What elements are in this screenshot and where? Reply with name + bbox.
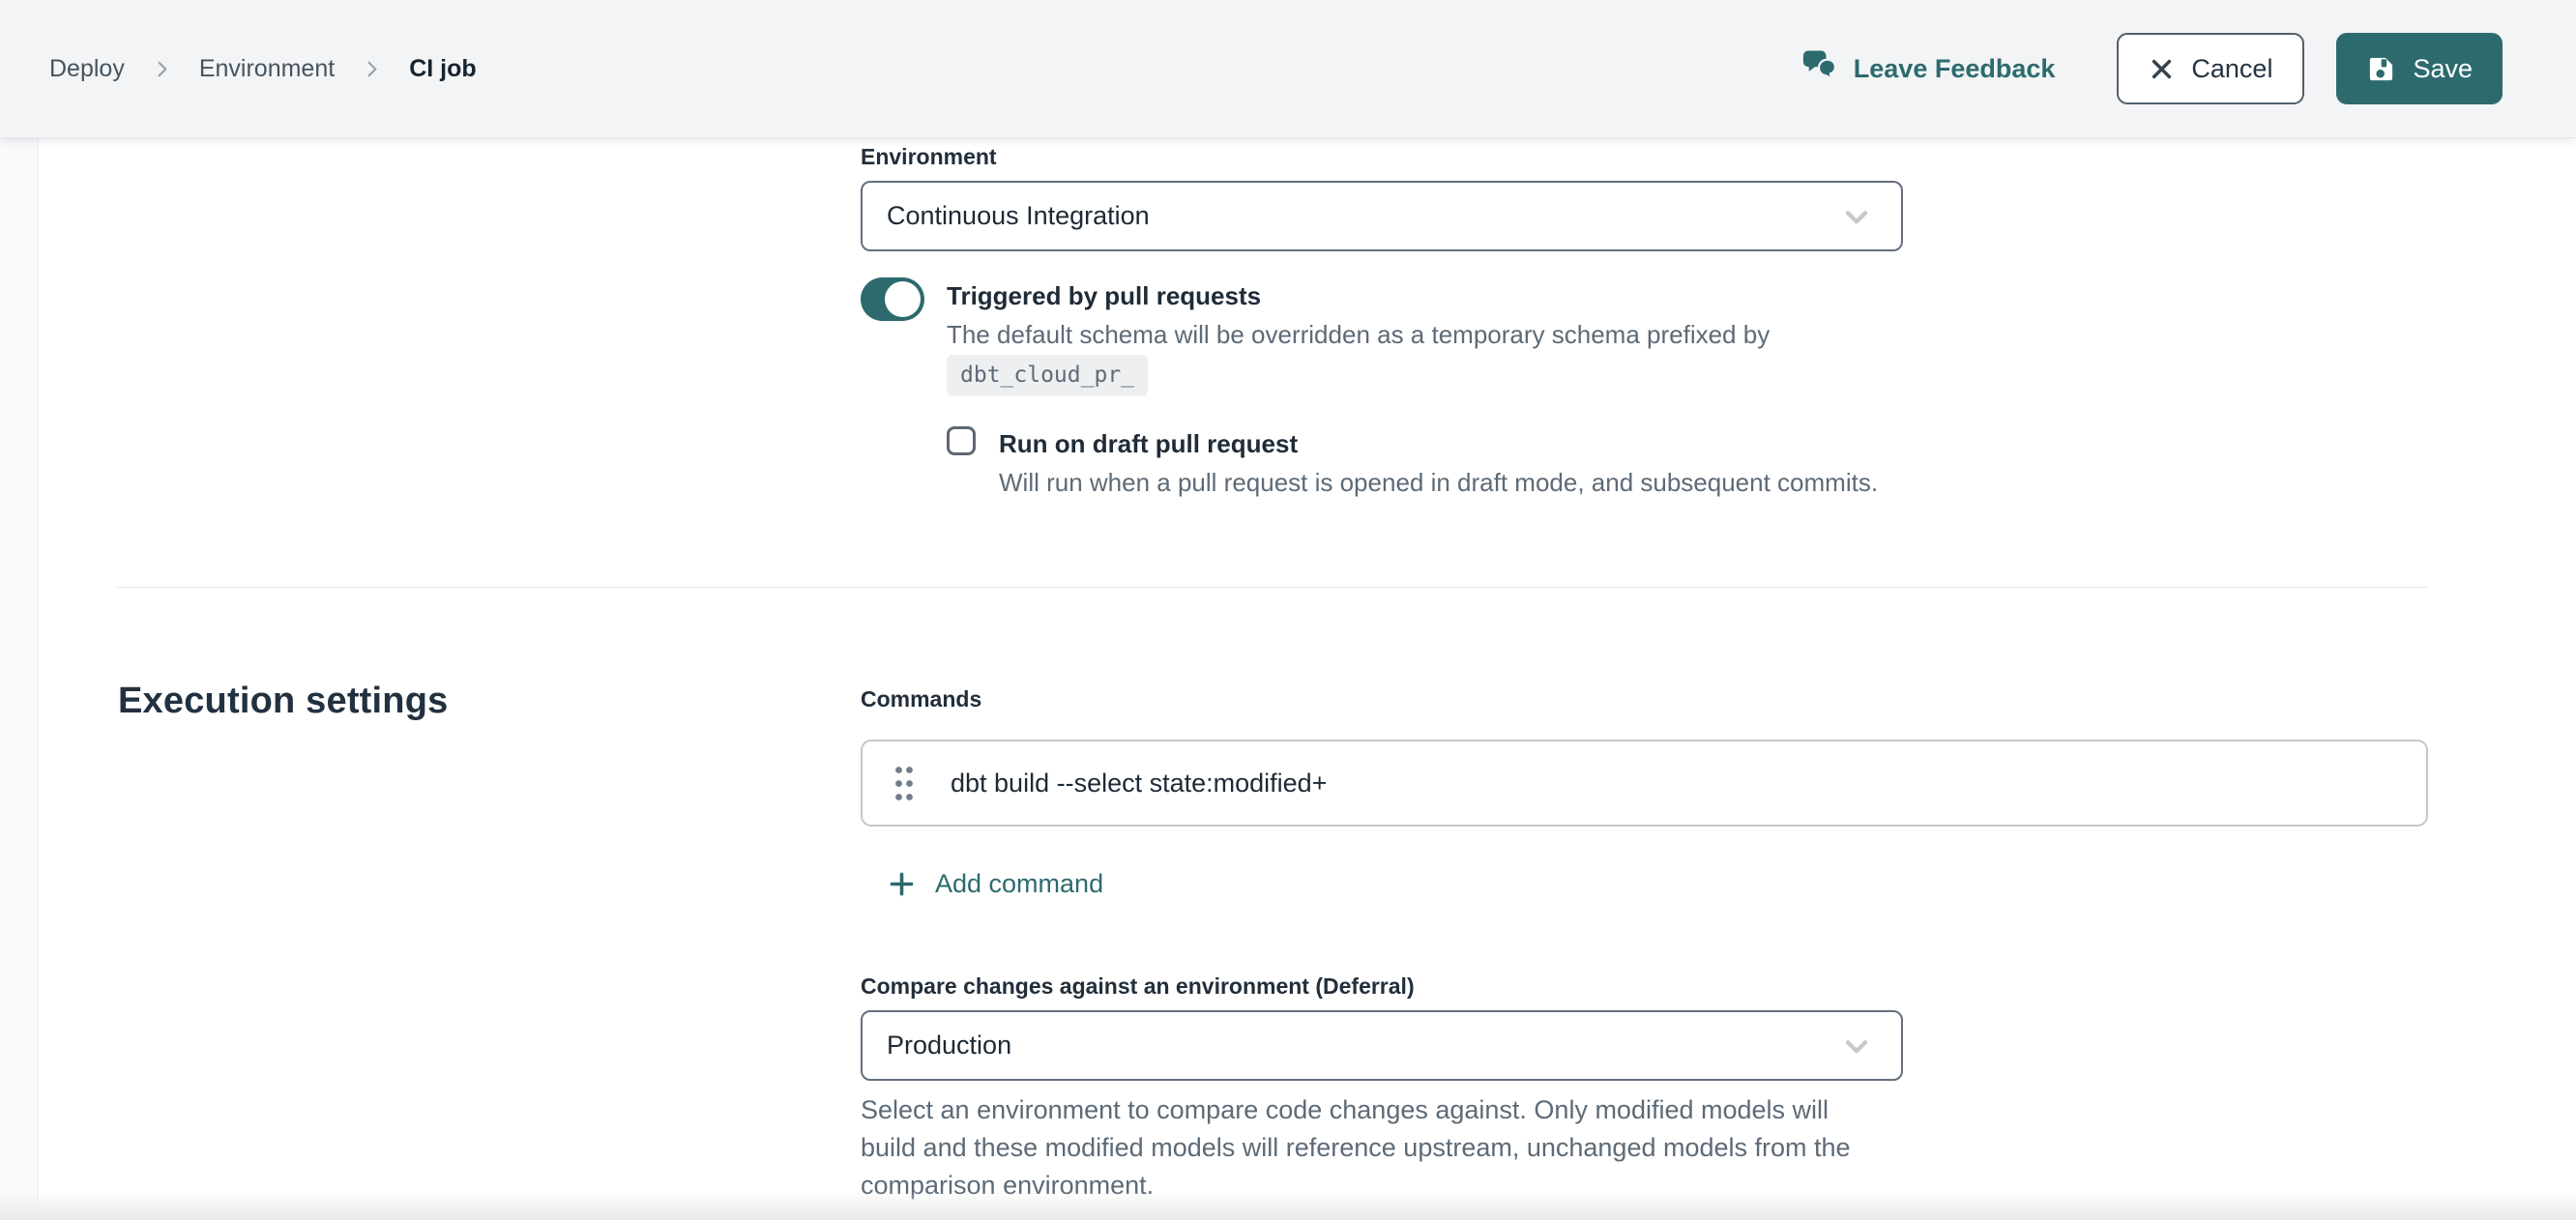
add-command-label: Add command xyxy=(935,869,1103,899)
left-gutter xyxy=(0,138,39,1220)
environment-select-value: Continuous Integration xyxy=(887,201,1150,231)
drag-handle-icon[interactable] xyxy=(890,758,920,809)
chevron-right-icon xyxy=(151,58,173,80)
command-value: dbt build --select state:modified+ xyxy=(951,769,1327,799)
save-button-label: Save xyxy=(2413,56,2473,82)
breadcrumb-item-environment[interactable]: Environment xyxy=(199,55,335,83)
draft-pull-request-checkbox[interactable] xyxy=(947,426,976,455)
execution-settings-heading: Execution settings xyxy=(118,681,448,722)
chevron-down-icon xyxy=(1839,1029,1874,1063)
header-actions: Leave Feedback Cancel Save xyxy=(1802,33,2503,104)
environment-select[interactable]: Continuous Integration xyxy=(861,181,1903,251)
deferral-select[interactable]: Production xyxy=(861,1010,1903,1081)
draft-pull-request-title: Run on draft pull request xyxy=(999,429,1298,459)
schema-prefix-code: dbt_cloud_pr_ xyxy=(947,355,1148,396)
close-icon xyxy=(2149,56,2175,82)
pull-request-toggle-title: Triggered by pull requests xyxy=(947,281,1261,311)
chat-bubbles-icon xyxy=(1802,49,1839,89)
cancel-button[interactable]: Cancel xyxy=(2117,33,2304,104)
cancel-button-label: Cancel xyxy=(2191,56,2272,82)
draft-pull-request-description: Will run when a pull request is opened i… xyxy=(999,468,1878,498)
plus-icon xyxy=(887,869,917,899)
leave-feedback-label: Leave Feedback xyxy=(1854,54,2056,84)
section-divider xyxy=(117,587,2428,588)
deferral-description: Select an environment to compare code ch… xyxy=(861,1091,1888,1205)
bottom-fade xyxy=(0,1191,2576,1220)
save-button[interactable]: Save xyxy=(2336,33,2503,104)
pull-request-toggle-description: The default schema will be overridden as… xyxy=(947,320,1770,350)
commands-label: Commands xyxy=(861,686,981,712)
page-header: Deploy Environment CI job Leave Feedback… xyxy=(0,0,2576,138)
environment-label: Environment xyxy=(861,144,997,170)
deferral-label: Compare changes against an environment (… xyxy=(861,973,1415,1000)
breadcrumb-item-deploy[interactable]: Deploy xyxy=(49,55,125,83)
pull-request-toggle[interactable] xyxy=(861,277,924,321)
breadcrumb: Deploy Environment CI job xyxy=(49,55,477,83)
chevron-down-icon xyxy=(1839,199,1874,234)
save-icon xyxy=(2366,54,2396,84)
chevron-right-icon xyxy=(361,58,383,80)
toggle-knob xyxy=(885,281,921,317)
leave-feedback-link[interactable]: Leave Feedback xyxy=(1802,49,2056,89)
add-command-button[interactable]: Add command xyxy=(887,862,1103,905)
deferral-select-value: Production xyxy=(887,1031,1011,1060)
breadcrumb-item-ci-job: CI job xyxy=(409,55,476,83)
command-input-row[interactable]: dbt build --select state:modified+ xyxy=(861,740,2428,827)
